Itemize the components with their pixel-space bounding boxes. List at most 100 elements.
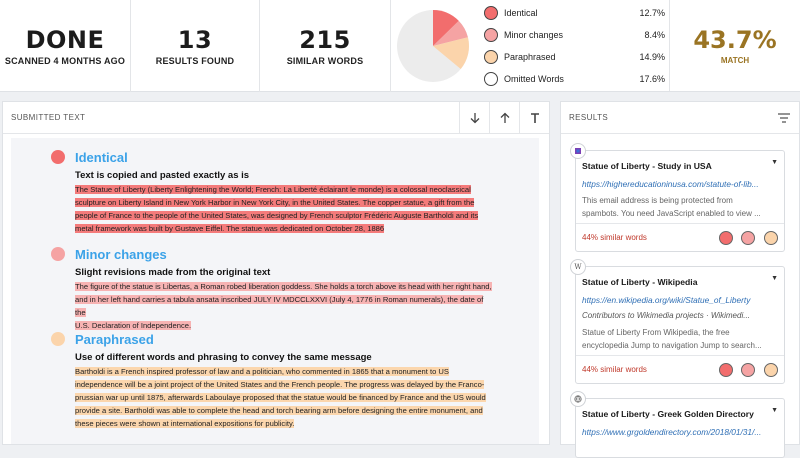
paraphrased-dot-icon: [51, 332, 65, 346]
description-line: This email address is being protected fr…: [582, 196, 733, 205]
similar-label: SIMILAR WORDS: [286, 56, 364, 66]
section-text[interactable]: Bartholdi is a French inspired professor…: [75, 365, 495, 430]
result-card[interactable]: W Statue of Liberty - Wikipedia ▼ https:…: [570, 259, 785, 384]
section-text[interactable]: The figure of the statue is Libertas, a …: [75, 280, 495, 332]
minor-changes-dot-icon: [484, 28, 498, 42]
description-line: encyclopedia Jump to navigation Jump to …: [582, 341, 762, 350]
legend-value: 12.7%: [639, 8, 665, 18]
highlighted-line: sculpture on Liberty Island in New York …: [75, 198, 475, 207]
similar-words-label: 44% similar words: [582, 233, 647, 242]
filter-icon: [778, 112, 790, 123]
result-url[interactable]: https://highereducationinusa.com/statute…: [582, 179, 778, 189]
submitted-text-header: SUBMITTED TEXT: [3, 101, 549, 134]
results-stat: 13 RESULTS FOUND: [131, 0, 260, 92]
result-description: This email address is being protected fr…: [582, 194, 778, 220]
results-panel: RESULTS Statue of Liberty - Study in USA…: [560, 101, 800, 458]
result-title[interactable]: Statue of Liberty - Wikipedia: [582, 277, 768, 287]
site-favicon-icon: [570, 391, 586, 407]
similar-words-label: 44% similar words: [582, 365, 647, 374]
description-line: Statue of Liberty From Wikipedia, the fr…: [582, 328, 730, 337]
similar-words-stat: 215 SIMILAR WORDS: [260, 0, 391, 92]
arrow-down-icon: [470, 112, 479, 123]
minor-changes-dot-icon: [741, 363, 755, 377]
expand-caret-icon[interactable]: ▼: [771, 159, 778, 166]
status-stat: DONE SCANNED 4 MONTHS AGO: [0, 0, 131, 92]
legend-paraphrased[interactable]: Paraphrased 14.9%: [484, 46, 669, 68]
result-title[interactable]: Statue of Liberty - Study in USA: [582, 161, 768, 171]
match-label: MATCH: [720, 56, 750, 65]
legend-label: Identical: [504, 8, 538, 18]
section-subtitle: Text is copied and pasted exactly as is: [75, 170, 250, 181]
match-value: 43.7%: [693, 26, 777, 54]
legend-label: Paraphrased: [504, 52, 556, 62]
highlighted-line: Bartholdi is a French inspired professor…: [75, 367, 449, 376]
arrow-up-icon: [500, 112, 509, 123]
legend-minor-changes[interactable]: Minor changes 8.4%: [484, 24, 669, 46]
text-format-button[interactable]: [519, 101, 549, 134]
result-footer: 44% similar words: [576, 355, 784, 383]
result-url[interactable]: https://en.wikipedia.org/wiki/Statue_of_…: [582, 295, 778, 305]
minor-changes-dot-icon: [741, 231, 755, 245]
section-title: Identical: [75, 150, 128, 165]
match-pie-chart: [396, 10, 469, 82]
legend-label: Omitted Words: [504, 74, 564, 84]
stats-bar: DONE SCANNED 4 MONTHS AGO 13 RESULTS FOU…: [0, 0, 800, 92]
identical-dot-icon: [484, 6, 498, 20]
status-value: DONE: [25, 26, 105, 54]
legend-value: 14.9%: [639, 52, 665, 62]
omitted-dot-icon: [484, 72, 498, 86]
results-label: RESULTS FOUND: [155, 56, 235, 66]
results-header: RESULTS: [561, 102, 799, 134]
panel-title: SUBMITTED TEXT: [11, 113, 86, 122]
globe-icon: [574, 395, 582, 403]
section-subtitle: Slight revisions made from the original …: [75, 267, 271, 278]
results-count: 13: [177, 26, 213, 54]
submitted-text-body: Identical Text is copied and pasted exac…: [11, 138, 539, 444]
site-favicon-icon: [570, 143, 586, 159]
result-title[interactable]: Statue of Liberty - Greek Golden Directo…: [582, 409, 768, 419]
result-description: Statue of Liberty From Wikipedia, the fr…: [582, 326, 778, 352]
identical-dot-icon: [51, 150, 65, 164]
result-authors: Contributors to Wikimedia projects · Wik…: [582, 311, 750, 320]
highlighted-line: people of France to the people of the Un…: [75, 211, 479, 220]
filter-button[interactable]: [769, 102, 799, 134]
legend-omitted-words[interactable]: Omitted Words 17.6%: [484, 68, 669, 90]
identical-dot-icon: [719, 231, 733, 245]
section-text[interactable]: The Statue of Liberty (Liberty Enlighten…: [75, 183, 495, 235]
result-footer: 44% similar words: [576, 223, 784, 251]
result-url[interactable]: https://www.grgoldendirectory.com/2018/0…: [582, 427, 778, 437]
scroll-up-button[interactable]: [489, 101, 519, 134]
highlighted-line: The figure of the statue is Libertas, a …: [75, 282, 492, 291]
legend-label: Minor changes: [504, 30, 564, 40]
submitted-text-panel: SUBMITTED TEXT Identical Text is copied …: [2, 101, 550, 445]
highlighted-line: The Statue of Liberty (Liberty Enlighten…: [75, 185, 471, 194]
paraphrased-dot-icon: [764, 363, 778, 377]
highlighted-line: U.S. Declaration of Independence.: [75, 321, 192, 330]
section-title: Minor changes: [75, 247, 167, 262]
highlighted-line: and in her left hand carries a tabula an…: [75, 295, 484, 317]
match-legend: Identical 12.7% Minor changes 8.4% Parap…: [474, 0, 670, 91]
scanned-label: SCANNED 4 MONTHS AGO: [4, 56, 126, 66]
match-pie: [391, 0, 474, 92]
identical-dot-icon: [719, 363, 733, 377]
paraphrased-dot-icon: [484, 50, 498, 64]
highlighted-line: metal framework was built by Gustave Eif…: [75, 224, 385, 233]
similar-count: 215: [299, 26, 351, 54]
description-line: spambots. You need JavaScript enabled to…: [582, 209, 761, 218]
legend-value: 8.4%: [644, 30, 665, 40]
highlighted-line: these pieces were shown at international…: [75, 419, 295, 428]
result-card[interactable]: Statue of Liberty - Greek Golden Directo…: [570, 391, 785, 458]
graduation-icon: [575, 148, 581, 154]
section-title: Paraphrased: [75, 332, 154, 347]
paraphrased-dot-icon: [764, 231, 778, 245]
expand-caret-icon[interactable]: ▼: [771, 407, 778, 414]
scroll-down-button[interactable]: [459, 101, 489, 134]
wikipedia-favicon-icon: W: [570, 259, 586, 275]
text-format-icon: [530, 112, 539, 123]
result-card[interactable]: Statue of Liberty - Study in USA ▼ https…: [570, 143, 785, 252]
panel-title: RESULTS: [569, 113, 609, 122]
expand-caret-icon[interactable]: ▼: [771, 275, 778, 282]
highlighted-line: independence will be a joint project of …: [75, 380, 485, 389]
match-stat: 43.7% MATCH: [670, 0, 800, 91]
legend-identical[interactable]: Identical 12.7%: [484, 2, 669, 24]
